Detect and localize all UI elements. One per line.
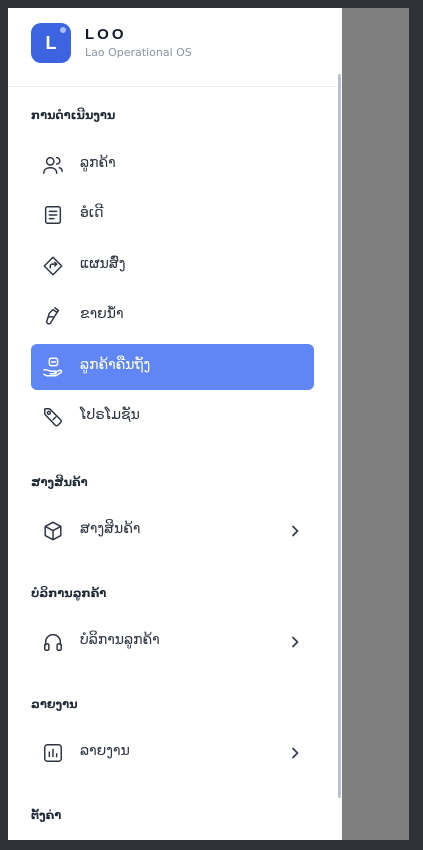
sidebar-item-label: ອໍເດີ: [80, 205, 104, 221]
sidebar-item-label: ລາຍງານ: [80, 743, 130, 759]
section-title-warehouse: ສາງສິນຄ້າ: [31, 475, 88, 489]
app-window: L LOO Lao Operational OS ການດຳເນີນງານ ລູ…: [8, 8, 409, 840]
box-icon: [42, 520, 64, 542]
sidebar-item-sell-water[interactable]: ຂາຍນ້ຳ: [31, 293, 314, 339]
section-title-settings: ຕັ້ງຄ່າ: [31, 808, 62, 822]
chevron-right-icon[interactable]: [288, 634, 302, 650]
logo-badge-dot: [60, 27, 66, 33]
sidebar-item-reports[interactable]: ລາຍງານ: [31, 730, 314, 776]
users-icon: [42, 154, 64, 176]
brand-subtitle: Lao Operational OS: [85, 46, 192, 59]
sidebar-item-warehouse[interactable]: ສາງສິນຄ້າ: [31, 508, 314, 554]
sidebar-item-orders[interactable]: ອໍເດີ: [31, 192, 314, 238]
sidebar-item-promotions[interactable]: ໂປຣໂມຊັນ: [31, 394, 314, 440]
sidebar-item-label: ລູກຄ້າຄືນຖັງ: [80, 357, 151, 373]
tag-icon: [42, 406, 64, 428]
chevron-right-icon[interactable]: [288, 523, 302, 539]
receipt-icon: [42, 204, 64, 226]
sidebar-item-customer-service[interactable]: ບໍລິການລູກຄ້າ: [31, 619, 314, 665]
brand-header: L LOO Lao Operational OS: [8, 8, 342, 87]
bar-chart-icon: [42, 742, 64, 764]
sidebar-item-label: ຂາຍນ້ຳ: [80, 306, 124, 322]
headset-icon: [42, 631, 64, 653]
chevron-right-icon[interactable]: [288, 745, 302, 761]
sidebar-item-label: ບໍລິການລູກຄ້າ: [80, 632, 160, 648]
sidebar-item-label: ສາງສິນຄ້າ: [80, 521, 141, 537]
sidebar-item-bottle-return[interactable]: ລູກຄ້າຄືນຖັງ: [31, 344, 314, 390]
sidebar-item-delivery-plan[interactable]: ແຜນສົ່ງ: [31, 243, 314, 289]
brand-title: LOO: [85, 26, 127, 43]
sidebar-item-label: ແຜນສົ່ງ: [80, 256, 126, 272]
sidebar-item-customers[interactable]: ລູກຄ້າ: [31, 142, 314, 188]
route-icon: [42, 255, 64, 277]
section-title-customer-service: ບໍລິການລູກຄ້າ: [31, 586, 107, 600]
sidebar: L LOO Lao Operational OS ການດຳເນີນງານ ລູ…: [8, 8, 342, 840]
section-title-operations: ການດຳເນີນງານ: [31, 108, 116, 122]
sidebar-scrollbar[interactable]: [338, 74, 341, 798]
section-title-reports: ລາຍງານ: [31, 697, 78, 711]
sidebar-item-label: ໂປຣໂມຊັນ: [80, 407, 140, 423]
water-bottle-icon: [42, 305, 64, 327]
sidebar-item-label: ລູກຄ້າ: [80, 155, 116, 171]
hand-return-icon: [42, 356, 64, 378]
